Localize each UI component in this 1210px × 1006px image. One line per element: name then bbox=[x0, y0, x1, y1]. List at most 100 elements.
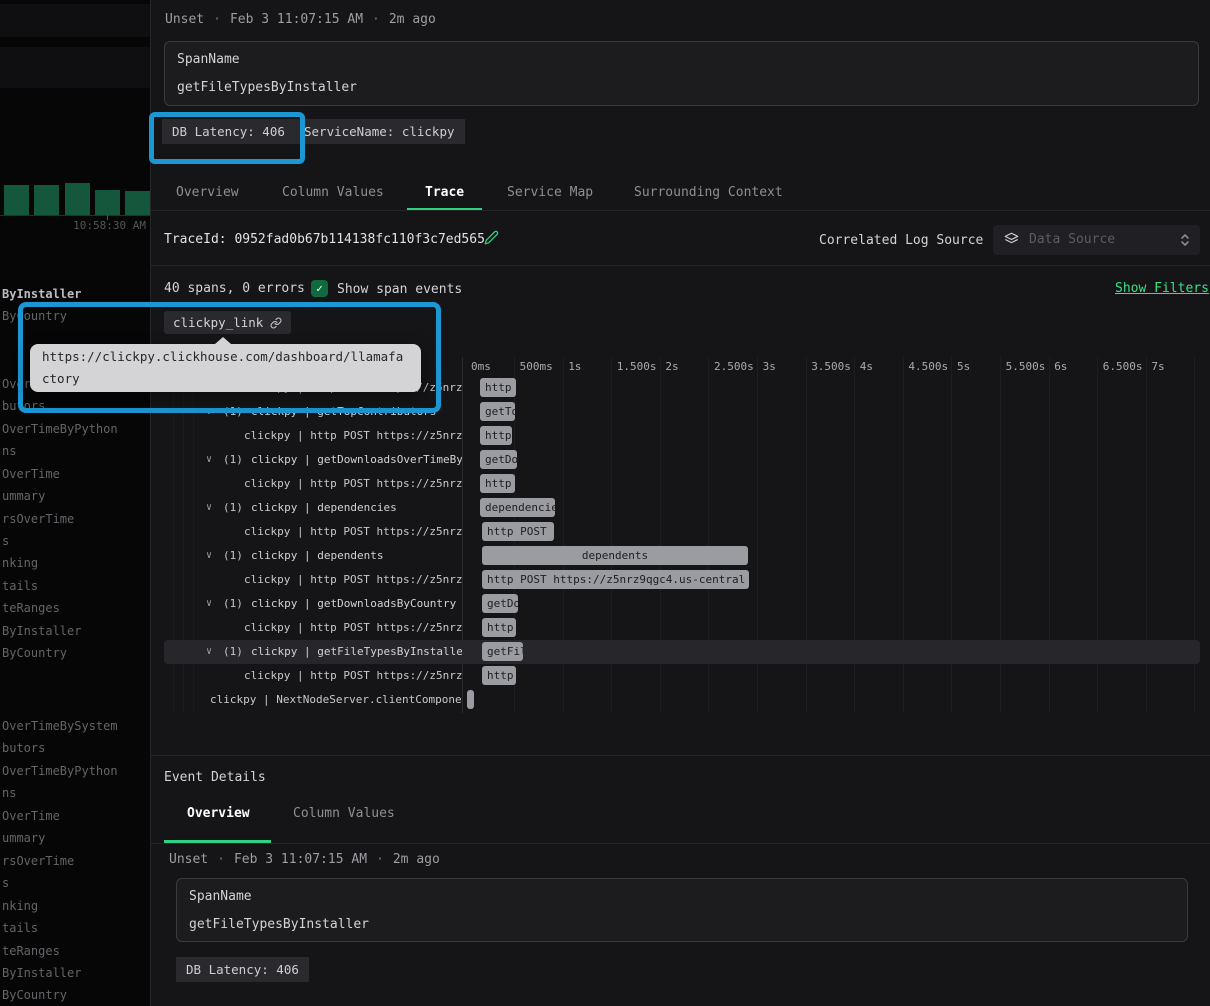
span-row[interactable]: ∨(1)clickpy | getFileTypesByInstallerget… bbox=[164, 640, 1200, 664]
mini-chart-bar bbox=[4, 185, 29, 215]
mini-chart-bar bbox=[65, 183, 90, 215]
timeline-tick-label: 3.500s bbox=[811, 360, 851, 373]
event-details-title: Event Details bbox=[164, 770, 266, 785]
timeline-tick-label: 6.500s bbox=[1103, 360, 1143, 373]
span-row[interactable]: ∨(1)clickpy | getDownloadsByCountrygetDo… bbox=[164, 592, 1200, 616]
span-name: clickpy | http POST https://z5nrz9qgc4.u… bbox=[244, 616, 462, 640]
event-detail-panel: Unset · Feb 3 11:07:15 AM · 2m ago SpanN… bbox=[150, 0, 1210, 1006]
chevron-down-icon[interactable]: ∨ bbox=[206, 496, 212, 520]
span-duration-bar[interactable] bbox=[467, 690, 474, 709]
tab-overview-bottom[interactable]: Overview bbox=[187, 806, 250, 821]
show-span-events-checkbox[interactable]: ✓ bbox=[311, 280, 328, 297]
span-name: clickpy | getDownloadsByCountry bbox=[251, 592, 462, 616]
chevron-down-icon[interactable]: ∨ bbox=[206, 448, 212, 472]
background-list-item: OverTimeBySystem bbox=[2, 719, 118, 733]
span-row[interactable]: clickpy | http POST https://z5nrz9qgc4.u… bbox=[164, 520, 1200, 544]
severity-label: Unset bbox=[165, 12, 204, 27]
span-duration-bar[interactable]: http POST https://z5nrz9qgc4.us-central bbox=[480, 378, 516, 397]
timeline-tick-label: 3s bbox=[763, 360, 776, 373]
show-filters-link[interactable]: Show Filters bbox=[1115, 281, 1209, 296]
span-row[interactable]: ∨(1)clickpy | getDownloadsOverTimeBySyst… bbox=[164, 448, 1200, 472]
span-duration-bar[interactable]: getDownloadsByCountry bbox=[482, 594, 518, 613]
background-list-item: ByCountry bbox=[2, 646, 67, 660]
span-child-count: (1) bbox=[223, 544, 243, 568]
span-name-value: getFileTypesByInstaller bbox=[189, 917, 369, 932]
tab-column-values-bottom[interactable]: Column Values bbox=[293, 806, 395, 821]
tab-overview[interactable]: Overview bbox=[176, 185, 239, 200]
background-list-item: tails bbox=[2, 579, 38, 593]
span-duration-bar[interactable]: getFileTypesByInstaller bbox=[482, 642, 523, 661]
tab-surrounding-context[interactable]: Surrounding Context bbox=[634, 185, 783, 200]
span-name: clickpy | http POST https://z5nrz9qgc4.u… bbox=[244, 568, 462, 592]
span-name-value: getFileTypesByInstaller bbox=[177, 80, 357, 95]
chevron-down-icon[interactable]: ∨ bbox=[206, 640, 212, 664]
mini-chart-time-label: 10:58:30 AM bbox=[0, 219, 146, 232]
span-name: clickpy | http POST https://z5nrz9qgc4.u… bbox=[244, 472, 462, 496]
span-duration-bar[interactable]: getTopContributors bbox=[480, 402, 515, 421]
data-source-select[interactable]: Data Source bbox=[993, 225, 1200, 255]
chevron-down-icon[interactable]: ∨ bbox=[206, 592, 212, 616]
chevron-down-icon[interactable]: ∨ bbox=[206, 544, 212, 568]
correlated-log-source-label: Correlated Log Source bbox=[819, 233, 983, 248]
tab-bar-divider bbox=[151, 843, 1210, 844]
timeline-tick-label: 1.500s bbox=[617, 360, 657, 373]
timeline-tick-label: 500ms bbox=[520, 360, 553, 373]
tab-service-map[interactable]: Service Map bbox=[507, 185, 593, 200]
span-name-key: SpanName bbox=[177, 52, 240, 67]
span-row[interactable]: clickpy | http POST https://z5nrz9qgc4.u… bbox=[164, 472, 1200, 496]
span-child-count: (1) bbox=[223, 640, 243, 664]
separator: · bbox=[213, 12, 221, 27]
background-list-item: s bbox=[2, 534, 9, 548]
background-list-item: OverTimeByPython bbox=[2, 764, 118, 778]
background-row bbox=[0, 4, 150, 37]
separator: · bbox=[376, 852, 384, 867]
service-name-badge[interactable]: ServiceName: clickpy bbox=[294, 119, 465, 144]
event-status-line: Unset · Feb 3 11:07:15 AM · 2m ago bbox=[169, 852, 440, 867]
background-list-item: tails bbox=[2, 921, 38, 935]
timeline-tick-label: 6s bbox=[1054, 360, 1067, 373]
span-duration-bar[interactable]: http POST https://z5nrz9qgc4.us-central bbox=[480, 474, 515, 493]
background-list-item: ns bbox=[2, 444, 16, 458]
span-duration-bar[interactable]: http POST https://z5nrz9qgc4.us-central bbox=[482, 666, 516, 685]
mini-chart-bar bbox=[34, 185, 59, 215]
span-duration-bar[interactable]: http POST https://z5nrz9qgc4.us-central bbox=[482, 522, 554, 541]
section-divider bbox=[151, 265, 1210, 266]
mini-chart-axis bbox=[0, 215, 150, 216]
span-name: clickpy | http POST https://z5nrz9qgc4.u… bbox=[244, 520, 462, 544]
show-span-events-label[interactable]: Show span events bbox=[337, 282, 462, 297]
span-row[interactable]: clickpy | http POST https://z5nrz9qgc4.u… bbox=[164, 568, 1200, 592]
span-row[interactable]: clickpy | NextNodeServer.clientComponent… bbox=[164, 688, 1200, 712]
span-row[interactable]: clickpy | http POST https://z5nrz9qgc4.u… bbox=[164, 664, 1200, 688]
span-row[interactable]: ∨(1)clickpy | dependenciesdependencies bbox=[164, 496, 1200, 520]
span-duration-bar[interactable]: http POST https://z5nrz9qgc4.us-central bbox=[482, 570, 749, 589]
mini-chart-bar bbox=[95, 190, 120, 215]
timeline-tick-label: 0ms bbox=[471, 360, 491, 373]
severity-label: Unset bbox=[169, 852, 208, 867]
span-row[interactable]: clickpy | http POST https://z5nrz9qgc4.u… bbox=[164, 616, 1200, 640]
edit-pencil-icon[interactable] bbox=[484, 230, 499, 249]
tab-trace[interactable]: Trace bbox=[425, 185, 464, 200]
span-duration-bar[interactable]: dependencies bbox=[480, 498, 555, 517]
span-duration-bar[interactable]: getDownloadsOverTimeBySystem bbox=[480, 450, 517, 469]
event-timestamp: Feb 3 11:07:15 AM bbox=[230, 12, 363, 27]
tooltip-url-line1: https://clickpy.clickhouse.com/dashboard… bbox=[42, 346, 409, 368]
span-name: clickpy | getDownloadsOverTimeBySystem bbox=[251, 448, 462, 472]
tab-column-values[interactable]: Column Values bbox=[282, 185, 384, 200]
background-list-item: ummary bbox=[2, 489, 45, 503]
mini-chart-bar bbox=[125, 191, 150, 215]
span-duration-bar[interactable]: http POST https://z5nrz9qgc4.us-central bbox=[480, 426, 512, 445]
span-duration-bar[interactable]: dependents bbox=[482, 546, 748, 565]
timeline-tick-label: 5.500s bbox=[1006, 360, 1046, 373]
span-name: clickpy | dependencies bbox=[251, 496, 462, 520]
span-row[interactable]: ∨(1)clickpy | dependentsdependents bbox=[164, 544, 1200, 568]
span-duration-bar[interactable]: http POST https://z5nrz9qgc4.us-central bbox=[482, 618, 516, 637]
span-row[interactable]: clickpy | http POST https://z5nrz9qgc4.u… bbox=[164, 424, 1200, 448]
span-name: clickpy | http POST https://z5nrz9qgc4.u… bbox=[244, 424, 462, 448]
event-status-line: Unset · Feb 3 11:07:15 AM · 2m ago bbox=[165, 12, 436, 27]
span-name: clickpy | NextNodeServer.clientComponent… bbox=[210, 688, 462, 712]
separator: · bbox=[372, 12, 380, 27]
background-list-item: nking bbox=[2, 899, 38, 913]
data-source-placeholder: Data Source bbox=[1029, 232, 1115, 247]
background-page: 10:58:30 AM ByInstallerByCountryOverTime… bbox=[0, 0, 150, 1006]
db-latency-badge[interactable]: DB Latency: 406 bbox=[176, 957, 309, 982]
